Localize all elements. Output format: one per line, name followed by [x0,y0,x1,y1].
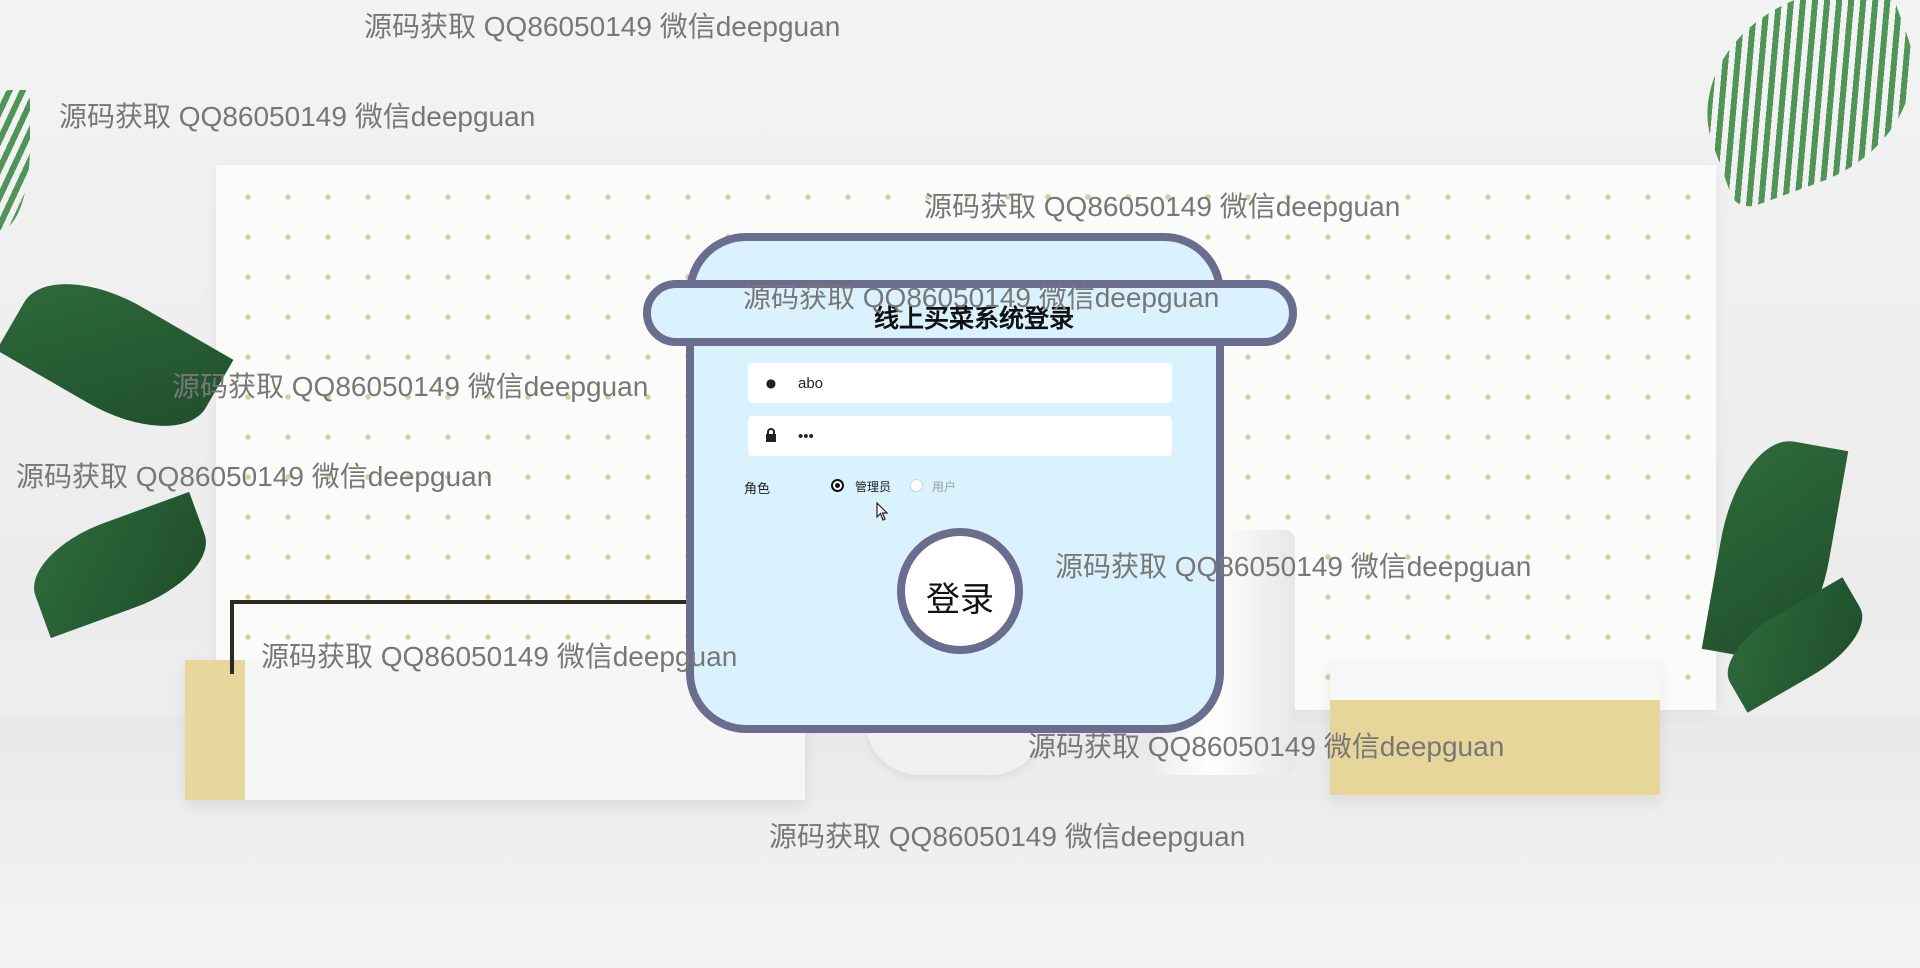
palm-frond-decoration [0,90,30,230]
plant-leaf-decoration [20,491,220,639]
plant-leaf-decoration [0,254,234,456]
watermark-text: 源码获取 QQ86050149 微信deepguan [364,11,841,42]
role-option-user[interactable]: 用户 [932,478,956,495]
role-option-admin[interactable]: 管理员 [855,478,891,495]
watermark-text: 源码获取 QQ86050149 微信deepguan [16,461,493,492]
mouse-cursor-icon [876,502,889,521]
watermark-text: 源码获取 QQ86050149 微信deepguan [1028,731,1505,762]
role-radio-admin[interactable] [831,479,844,492]
watermark-text: 源码获取 QQ86050149 微信deepguan [59,101,536,132]
login-button-label: 登录 [926,579,994,620]
watermark-text: 源码获取 QQ86050149 微信deepguan [924,191,1401,222]
password-field[interactable]: ••• [748,416,1172,456]
role-label: 角色 [744,482,771,497]
watermark-text: 源码获取 QQ86050149 微信deepguan [1055,551,1532,582]
watermark-text: 源码获取 QQ86050149 微信deepguan [769,821,1246,852]
login-button[interactable]: 登录 [897,528,1023,654]
password-value: ••• [798,427,814,445]
lock-icon [756,427,786,445]
user-icon: ● [765,376,777,390]
watermark-text: 源码获取 QQ86050149 微信deepguan [172,371,649,402]
watermark-text: 源码获取 QQ86050149 微信deepguan [743,282,1220,313]
role-radio-user[interactable] [910,479,923,492]
username-field[interactable]: ● abo [748,363,1172,403]
username-value: abo [798,374,824,392]
watermark-text: 源码获取 QQ86050149 微信deepguan [261,641,738,672]
